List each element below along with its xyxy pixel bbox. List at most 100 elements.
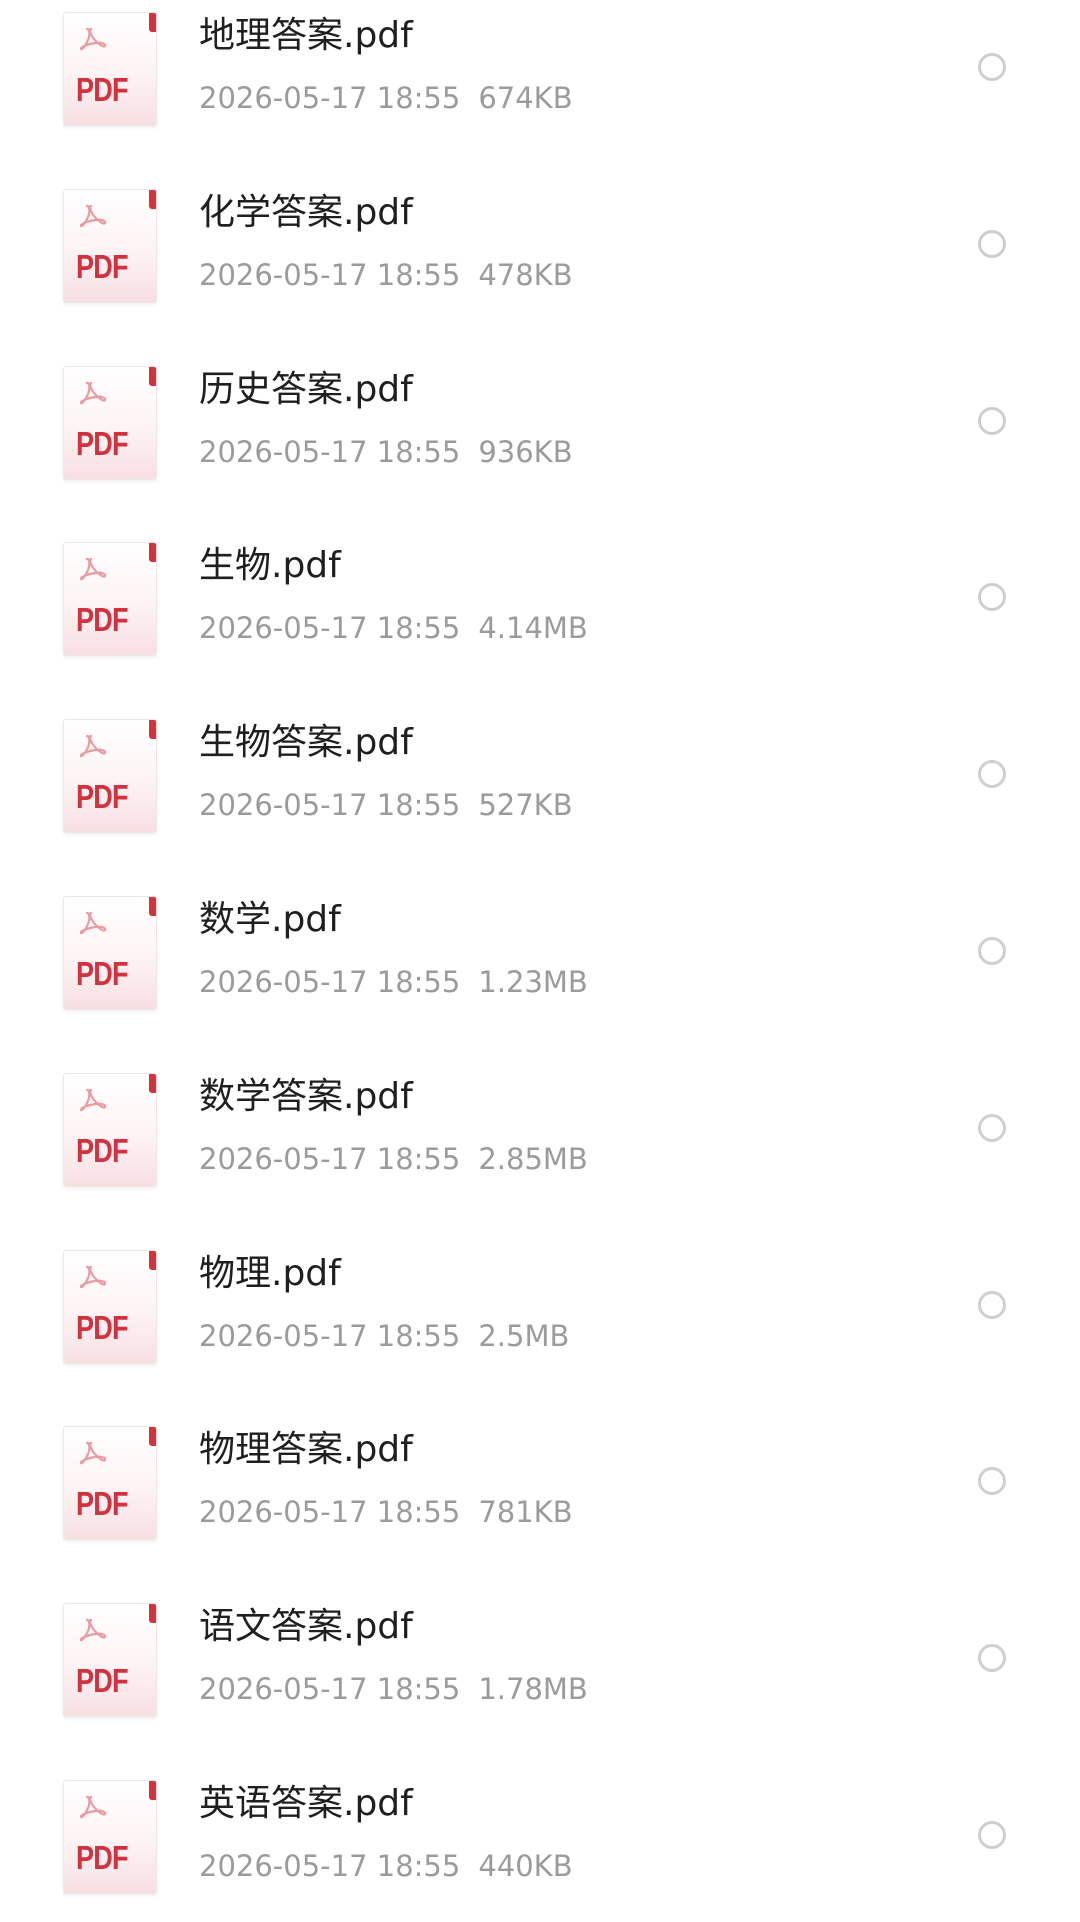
file-date: 2026-05-17 18:55 xyxy=(199,788,461,823)
file-size: 478KB xyxy=(478,257,573,292)
file-name: 生物.pdf xyxy=(199,545,341,587)
acrobat-icon xyxy=(79,381,107,404)
pdf-file-icon: PDF xyxy=(63,542,157,657)
file-meta: 2026-05-17 18:55 1.78MB xyxy=(199,1675,588,1704)
file-row[interactable]: PDF 物理.pdf 2026-05-17 18:55 2.5MB xyxy=(0,1216,1080,1392)
file-row[interactable]: PDF 历史答案.pdf 2026-05-17 18:55 936KB xyxy=(0,332,1080,508)
file-name: 历史答案.pdf xyxy=(199,368,413,410)
file-size: 2.5MB xyxy=(478,1318,570,1353)
pdf-file-icon: PDF xyxy=(63,896,157,1010)
file-meta: 2026-05-17 18:55 781KB xyxy=(199,1498,573,1527)
file-date: 2026-05-17 18:55 xyxy=(199,965,461,999)
pdf-label: PDF xyxy=(76,1485,128,1523)
pdf-label: PDF xyxy=(76,247,128,285)
select-radio-button[interactable] xyxy=(978,1113,1006,1142)
file-corner-fold xyxy=(149,897,156,916)
acrobat-icon xyxy=(79,1619,107,1642)
file-size: 936KB xyxy=(478,434,573,469)
select-radio-button[interactable] xyxy=(978,1290,1006,1319)
file-size: 674KB xyxy=(478,81,573,115)
acrobat-icon xyxy=(79,1265,107,1288)
pdf-label: PDF xyxy=(76,1839,128,1876)
file-corner-fold xyxy=(149,543,156,563)
file-meta: 2026-05-17 18:55 478KB xyxy=(199,257,573,292)
pdf-file-icon: PDF xyxy=(63,1249,157,1364)
file-row[interactable]: PDF 生物.pdf 2026-05-17 18:55 4.14MB xyxy=(0,508,1080,684)
file-row[interactable]: PDF 语文答案.pdf 2026-05-17 18:55 1.78MB xyxy=(0,1569,1080,1745)
pdf-file-icon: PDF xyxy=(63,1603,157,1718)
select-radio-button[interactable] xyxy=(978,53,1006,81)
file-corner-fold xyxy=(149,1781,156,1800)
select-radio-button[interactable] xyxy=(978,1821,1006,1849)
file-date: 2026-05-17 18:55 xyxy=(199,1495,461,1530)
pdf-file-icon: PDF xyxy=(63,188,157,303)
file-name: 化学答案.pdf xyxy=(199,191,413,233)
acrobat-icon xyxy=(79,1795,107,1819)
file-meta: 2026-05-17 18:55 674KB xyxy=(199,84,573,113)
pdf-label: PDF xyxy=(76,1131,128,1169)
file-name: 语文答案.pdf xyxy=(199,1606,413,1648)
file-meta: 2026-05-17 18:55 527KB xyxy=(199,791,573,820)
file-row[interactable]: PDF 生物答案.pdf 2026-05-17 18:55 527KB xyxy=(0,685,1080,861)
file-corner-fold xyxy=(149,1427,156,1447)
file-date: 2026-05-17 18:55 xyxy=(199,1141,461,1176)
acrobat-icon xyxy=(79,1088,107,1112)
file-name: 数学答案.pdf xyxy=(199,1075,413,1117)
select-radio-button[interactable] xyxy=(978,1644,1006,1673)
pdf-file-icon: PDF xyxy=(63,1426,157,1541)
file-row[interactable]: PDF 英语答案.pdf 2026-05-17 18:55 440KB xyxy=(0,1746,1080,1922)
file-date: 2026-05-17 18:55 xyxy=(199,1672,461,1707)
file-meta: 2026-05-17 18:55 2.85MB xyxy=(199,1141,588,1176)
file-meta: 2026-05-17 18:55 4.14MB xyxy=(199,614,588,643)
file-name: 英语答案.pdf xyxy=(199,1783,413,1824)
file-row[interactable]: PDF 地理答案.pdf 2026-05-17 18:55 674KB xyxy=(0,0,1080,154)
file-name: 物理.pdf xyxy=(199,1252,341,1294)
pdf-label: PDF xyxy=(76,601,128,639)
file-meta: 2026-05-17 18:55 440KB xyxy=(199,1852,573,1881)
pdf-file-icon: PDF xyxy=(63,1072,157,1187)
file-corner-fold xyxy=(149,189,156,209)
file-corner-fold xyxy=(149,366,156,386)
file-size: 1.78MB xyxy=(478,1672,588,1707)
acrobat-icon xyxy=(79,558,107,581)
file-row[interactable]: PDF 物理答案.pdf 2026-05-17 18:55 781KB xyxy=(0,1392,1080,1568)
file-name: 地理答案.pdf xyxy=(199,15,413,56)
file-list: PDF 地理答案.pdf 2026-05-17 18:55 674KB PDF 化… xyxy=(0,0,1080,1912)
file-corner-fold xyxy=(149,13,156,32)
file-corner-fold xyxy=(149,720,156,740)
pdf-file-icon: PDF xyxy=(63,1780,157,1894)
select-radio-button[interactable] xyxy=(978,229,1006,258)
file-size: 1.23MB xyxy=(478,965,588,999)
acrobat-icon xyxy=(79,911,107,935)
file-size: 781KB xyxy=(478,1495,573,1530)
file-size: 527KB xyxy=(478,788,573,823)
pdf-label: PDF xyxy=(76,424,128,462)
file-date: 2026-05-17 18:55 xyxy=(199,1318,461,1353)
acrobat-icon xyxy=(79,1442,107,1465)
file-name: 生物答案.pdf xyxy=(199,722,413,764)
pdf-file-icon: PDF xyxy=(63,719,157,834)
file-row[interactable]: PDF 数学.pdf 2026-05-17 18:55 1.23MB xyxy=(0,862,1080,1038)
select-radio-button[interactable] xyxy=(978,937,1006,965)
file-size: 440KB xyxy=(478,1849,573,1883)
file-row[interactable]: PDF 数学答案.pdf 2026-05-17 18:55 2.85MB xyxy=(0,1039,1080,1215)
acrobat-icon xyxy=(79,735,107,758)
file-meta: 2026-05-17 18:55 1.23MB xyxy=(199,968,588,997)
select-radio-button[interactable] xyxy=(978,1467,1006,1496)
pdf-label: PDF xyxy=(76,1308,128,1346)
file-meta: 2026-05-17 18:55 2.5MB xyxy=(199,1318,570,1353)
select-radio-button[interactable] xyxy=(978,583,1006,612)
select-radio-button[interactable] xyxy=(978,760,1006,789)
file-row[interactable]: PDF 化学答案.pdf 2026-05-17 18:55 478KB xyxy=(0,155,1080,331)
file-corner-fold xyxy=(149,1604,156,1624)
select-radio-button[interactable] xyxy=(978,406,1006,435)
file-date: 2026-05-17 18:55 xyxy=(199,81,461,115)
file-name: 物理答案.pdf xyxy=(199,1429,413,1471)
file-name: 数学.pdf xyxy=(199,899,341,940)
file-meta: 2026-05-17 18:55 936KB xyxy=(199,434,573,469)
file-date: 2026-05-17 18:55 xyxy=(199,611,461,646)
file-size: 4.14MB xyxy=(478,611,588,646)
pdf-file-icon: PDF xyxy=(63,12,157,126)
file-date: 2026-05-17 18:55 xyxy=(199,257,461,292)
pdf-label: PDF xyxy=(76,71,128,108)
